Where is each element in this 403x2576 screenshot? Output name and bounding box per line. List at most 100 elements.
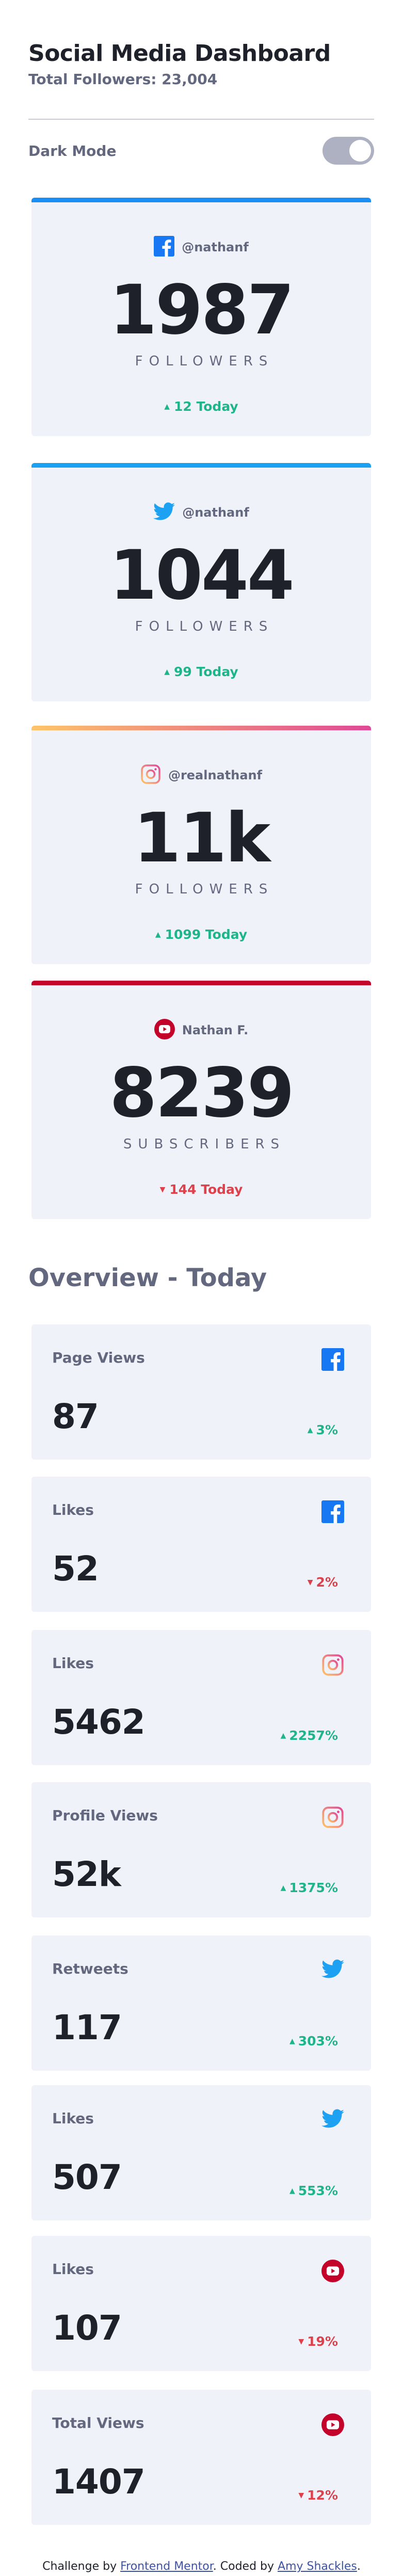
- youtube-icon: [154, 1019, 175, 1042]
- follower-unit: SUBSCRIBERS: [123, 1137, 286, 1152]
- instagram-icon: [140, 764, 161, 787]
- overview-change: ▼ 12%: [298, 2488, 338, 2503]
- card-handle: @realnathanf: [168, 768, 263, 782]
- overview-value: 52k: [52, 1854, 121, 1894]
- arrow-up-icon: ▲: [164, 402, 170, 411]
- footer-middle: . Coded by: [213, 2560, 275, 2573]
- overview-card-youtube-total-views[interactable]: Total Views 1407 ▼ 12%: [31, 2390, 371, 2525]
- arrow-up-icon: ▲: [307, 1426, 313, 1434]
- arrow-up-icon: ▲: [155, 930, 161, 939]
- overview-change-label: 303%: [298, 2034, 338, 2049]
- overview-change: ▼ 19%: [298, 2334, 338, 2349]
- toggle-knob[interactable]: [349, 140, 371, 162]
- card-handle: Nathan F.: [182, 1023, 249, 1037]
- overview-value: 52: [52, 1549, 99, 1589]
- follower-unit: FOLLOWERS: [135, 619, 274, 634]
- arrow-down-icon: ▼: [298, 2337, 304, 2346]
- facebook-icon: [154, 236, 175, 259]
- follower-card-facebook[interactable]: @nathanf 1987 FOLLOWERS ▲ 12 Today: [31, 198, 371, 436]
- dark-mode-row: Dark Mode: [28, 136, 374, 165]
- youtube-icon: [321, 2413, 344, 2436]
- overview-card-twitter-retweets[interactable]: Retweets 117 ▲ 303%: [31, 1935, 371, 2071]
- overview-value: 117: [52, 2008, 122, 2047]
- header-divider: [28, 119, 374, 120]
- overview-card-facebook-likes[interactable]: Likes 52 ▼ 2%: [31, 1477, 371, 1612]
- card-accent-bar: [31, 463, 371, 468]
- overview-change-label: 3%: [316, 1422, 338, 1437]
- overview-label: Likes: [52, 1501, 94, 1518]
- arrow-up-icon: ▲: [289, 2186, 295, 2195]
- page-title: Social Media Dashboard: [28, 40, 331, 67]
- overview-change: ▲ 303%: [289, 2034, 338, 2049]
- handle-row: @nathanf: [153, 501, 249, 524]
- overview-label: Total Views: [52, 2414, 144, 2431]
- arrow-down-icon: ▼: [298, 2491, 304, 2500]
- today-change-label: 99 Today: [174, 664, 238, 679]
- overview-label: Retweets: [52, 1960, 128, 1977]
- overview-label: Likes: [52, 1655, 94, 1672]
- overview-change: ▲ 553%: [289, 2183, 338, 2198]
- today-change: ▲ 12 Today: [164, 399, 238, 414]
- today-change: ▼ 144 Today: [160, 1182, 243, 1197]
- overview-change: ▲ 3%: [308, 1422, 338, 1437]
- card-handle: @nathanf: [182, 240, 249, 254]
- overview-change: ▲ 1375%: [281, 1880, 338, 1895]
- card-accent-bar: [31, 981, 371, 985]
- overview-label: Likes: [52, 2261, 94, 2278]
- facebook-icon: [321, 1500, 344, 1523]
- overview-card-facebook-page-views[interactable]: Page Views 87 ▲ 3%: [31, 1324, 371, 1460]
- arrow-up-icon: ▲: [289, 2037, 295, 2045]
- follower-count: 1987: [109, 270, 294, 350]
- overview-change-label: 12%: [307, 2488, 338, 2503]
- twitter-icon: [153, 502, 175, 523]
- overview-value: 5462: [52, 1702, 146, 1742]
- dark-mode-toggle[interactable]: [323, 137, 374, 165]
- follower-unit: FOLLOWERS: [135, 354, 274, 369]
- today-change-label: 12 Today: [174, 399, 238, 414]
- overview-value: 507: [52, 2157, 122, 2197]
- instagram-icon: [321, 1654, 344, 1676]
- follower-card-instagram[interactable]: @realnathanf 11k FOLLOWERS ▲ 1099 Today: [31, 726, 371, 964]
- instagram-icon: [321, 1806, 344, 1829]
- footer-suffix: .: [357, 2560, 361, 2573]
- follower-count: 1044: [109, 536, 294, 615]
- facebook-icon: [321, 1348, 344, 1371]
- frontend-mentor-link[interactable]: Frontend Mentor: [120, 2560, 213, 2573]
- arrow-up-icon: ▲: [280, 1883, 286, 1892]
- follower-count: 8239: [109, 1053, 294, 1133]
- handle-row: @nathanf: [154, 236, 249, 259]
- overview-card-twitter-likes[interactable]: Likes 507 ▲ 553%: [31, 2085, 371, 2220]
- dark-mode-label: Dark Mode: [28, 142, 117, 159]
- overview-title: Overview - Today: [28, 1263, 267, 1292]
- follower-card-twitter[interactable]: @nathanf 1044 FOLLOWERS ▲ 99 Today: [31, 463, 371, 701]
- follower-unit: FOLLOWERS: [135, 882, 274, 897]
- handle-row: Nathan F.: [154, 1019, 248, 1042]
- author-link[interactable]: Amy Shackles: [278, 2560, 357, 2573]
- overview-change-label: 19%: [307, 2334, 338, 2349]
- overview-change-label: 1375%: [289, 1880, 338, 1895]
- overview-card-instagram-likes[interactable]: Likes 5462 ▲ 2257%: [31, 1630, 371, 1765]
- overview-change: ▼ 2%: [308, 1575, 338, 1590]
- today-change: ▲ 99 Today: [164, 664, 238, 679]
- card-accent-bar: [31, 726, 371, 730]
- follower-card-youtube[interactable]: Nathan F. 8239 SUBSCRIBERS ▼ 144 Today: [31, 981, 371, 1219]
- overview-label: Profile Views: [52, 1807, 158, 1824]
- arrow-down-icon: ▼: [307, 1578, 313, 1587]
- today-change: ▲ 1099 Today: [155, 927, 247, 942]
- total-followers: Total Followers: 23,004: [28, 71, 218, 88]
- twitter-icon: [321, 2109, 344, 2132]
- overview-card-instagram-profile-views[interactable]: Profile Views 52k ▲ 1375%: [31, 1782, 371, 1917]
- overview-value: 1407: [52, 2462, 146, 2502]
- overview-label: Likes: [52, 2110, 94, 2127]
- twitter-icon: [321, 1959, 344, 1982]
- overview-card-youtube-likes[interactable]: Likes 107 ▼ 19%: [31, 2236, 371, 2371]
- attribution-footer: Challenge by Frontend Mentor. Coded by A…: [0, 2560, 403, 2573]
- card-handle: @nathanf: [182, 505, 249, 520]
- overview-value: 107: [52, 2308, 122, 2348]
- overview-change: ▲ 2257%: [281, 1728, 338, 1743]
- handle-row: @realnathanf: [140, 764, 262, 787]
- today-change-label: 144 Today: [169, 1182, 243, 1197]
- arrow-up-icon: ▲: [164, 667, 170, 676]
- arrow-up-icon: ▲: [280, 1731, 286, 1740]
- youtube-icon: [321, 2260, 344, 2282]
